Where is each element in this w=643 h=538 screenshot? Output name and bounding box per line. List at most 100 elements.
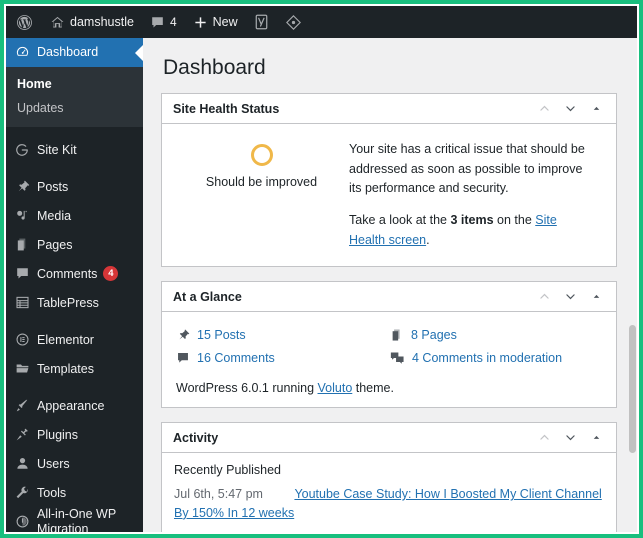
site-health-panel: Site Health Status Should be improved Yo… [161,93,617,268]
sidebar-item-comments[interactable]: Comments 4 [6,259,143,288]
content-scrollbar[interactable] [628,38,637,532]
pages-icon [15,237,37,252]
move-down-button[interactable] [558,425,582,451]
admin-bar: damshustle 4 New [6,6,637,38]
new-content-button[interactable]: New [185,6,246,38]
site-health-description: Your site has a critical issue that shou… [349,140,604,250]
menu-separator [6,317,143,325]
health-p2-prefix: Take a look at the [349,213,451,228]
version-suffix: theme. [352,381,394,396]
sidebar-item-users[interactable]: Users [6,449,143,478]
health-paragraph-2: Take a look at the 3 items on the Site H… [349,211,596,250]
submenu-item-updates[interactable]: Updates [6,96,143,120]
sidebar-item-label: Posts [37,179,69,194]
activity-row: Jul 6th, 5:47 pm Youtube Case Study: How… [162,479,616,523]
sidebar-item-label: All-in-One WP Migration [37,507,116,532]
sidebar-item-media[interactable]: Media [6,201,143,230]
submenu-item-home[interactable]: Home [6,72,143,96]
glance-pages[interactable]: 8 Pages [390,324,604,347]
yoast-seo-button[interactable] [246,6,277,38]
sidebar-item-label: TablePress [37,295,99,310]
wordpress-logo [16,14,33,31]
glance-pages-label: 8 Pages [411,328,457,343]
at-a-glance-body: 15 Posts 8 Pages 16 Comments 4 Comments … [162,312,616,407]
sidebar-item-appearance[interactable]: Appearance [6,391,143,420]
health-issue-count: 3 items [450,213,494,228]
sidebar-item-label: Users [37,456,70,471]
move-up-button[interactable] [532,425,556,451]
site-name-menu[interactable]: damshustle [42,6,142,38]
dashboard-submenu: Home Updates [6,67,143,128]
content-area: Dashboard Site Health Status Should be i… [143,38,637,532]
toggle-panel-button[interactable] [584,425,608,451]
migration-icon [15,514,37,529]
sidebar-item-label: Site Kit [37,142,77,157]
table-icon [15,295,37,310]
theme-link[interactable]: Voluto [318,381,353,395]
page-title: Dashboard [163,56,266,79]
sidebar-item-all-in-one-wp-migration[interactable]: All-in-One WP Migration [6,507,143,532]
glance-moderation-label: 4 Comments in moderation [412,351,563,366]
activity-time: Jun 30th, 1:38 pm [174,531,274,532]
move-down-button[interactable] [558,284,582,310]
sidebar-item-label: Pages [37,237,73,252]
elementor-button[interactable] [277,6,310,38]
sidebar-item-tablepress[interactable]: TablePress [6,288,143,317]
menu-separator [6,127,143,135]
at-a-glance-panel: At a Glance 15 Posts 8 Pages 16 Comments… [161,281,617,409]
move-down-button[interactable] [558,96,582,122]
folder-icon [15,361,37,376]
site-health-title: Site Health Status [173,101,280,116]
new-label: New [212,15,238,30]
sidebar-item-pages[interactable]: Pages [6,230,143,259]
site-health-header: Site Health Status [162,94,616,125]
activity-time: Jul 6th, 5:47 pm [174,487,263,502]
scrollbar-thumb[interactable] [629,324,636,453]
health-p2-middle: on the [493,213,536,228]
comments-moderation-icon [390,351,405,365]
yoast-seo-icon [254,14,269,30]
sidebar-item-label: Media [37,208,72,223]
dashboard-icon [15,45,37,60]
pushpin-icon [15,179,37,194]
recently-published-heading: Recently Published [174,463,282,478]
wrench-icon [15,485,37,500]
toggle-panel-button[interactable] [584,284,608,310]
sidebar-item-label: Elementor [37,332,94,347]
wordpress-logo-button[interactable] [6,6,42,38]
site-name-label: damshustle [70,15,134,30]
comment-icon [150,15,165,30]
sidebar-item-plugins[interactable]: Plugins [6,420,143,449]
user-icon [15,456,37,471]
sidebar-item-site-kit[interactable]: Site Kit [6,135,143,164]
sidebar-item-label: Comments [37,266,98,281]
glance-comments-moderation[interactable]: 4 Comments in moderation [390,347,604,370]
home-icon [50,15,65,30]
google-g-icon [15,143,37,157]
at-a-glance-header: At a Glance [162,282,616,313]
sidebar-item-elementor[interactable]: Elementor [6,325,143,354]
comment-icon [15,266,37,281]
menu-separator [6,383,143,391]
admin-viewport: damshustle 4 New Dashboard Home Updates … [6,6,637,532]
comments-bubble-button[interactable]: 4 [142,6,185,38]
sidebar-item-tools[interactable]: Tools [6,478,143,507]
admin-sidebar[interactable]: Dashboard Home Updates Site Kit Posts Me… [6,38,143,532]
sidebar-item-label: Templates [37,361,94,376]
glance-comments[interactable]: 16 Comments [176,347,390,370]
sidebar-item-dashboard[interactable]: Dashboard [6,38,143,67]
site-health-body: Should be improved Your site has a criti… [162,124,616,266]
sidebar-item-templates[interactable]: Templates [6,354,143,383]
plus-icon [193,15,208,30]
health-paragraph-1: Your site has a critical issue that shou… [349,142,585,196]
comments-badge: 4 [103,266,119,282]
move-up-button[interactable] [532,284,556,310]
health-status-ring-icon [250,144,273,167]
activity-body: Recently Published Jul 6th, 5:47 pm Yout… [162,453,616,532]
toggle-panel-button[interactable] [584,96,608,122]
health-status-label: Should be improved [205,175,318,190]
sidebar-item-label: Tools [37,485,67,500]
move-up-button[interactable] [532,96,556,122]
glance-posts[interactable]: 15 Posts [176,324,390,347]
sidebar-item-posts[interactable]: Posts [6,172,143,201]
